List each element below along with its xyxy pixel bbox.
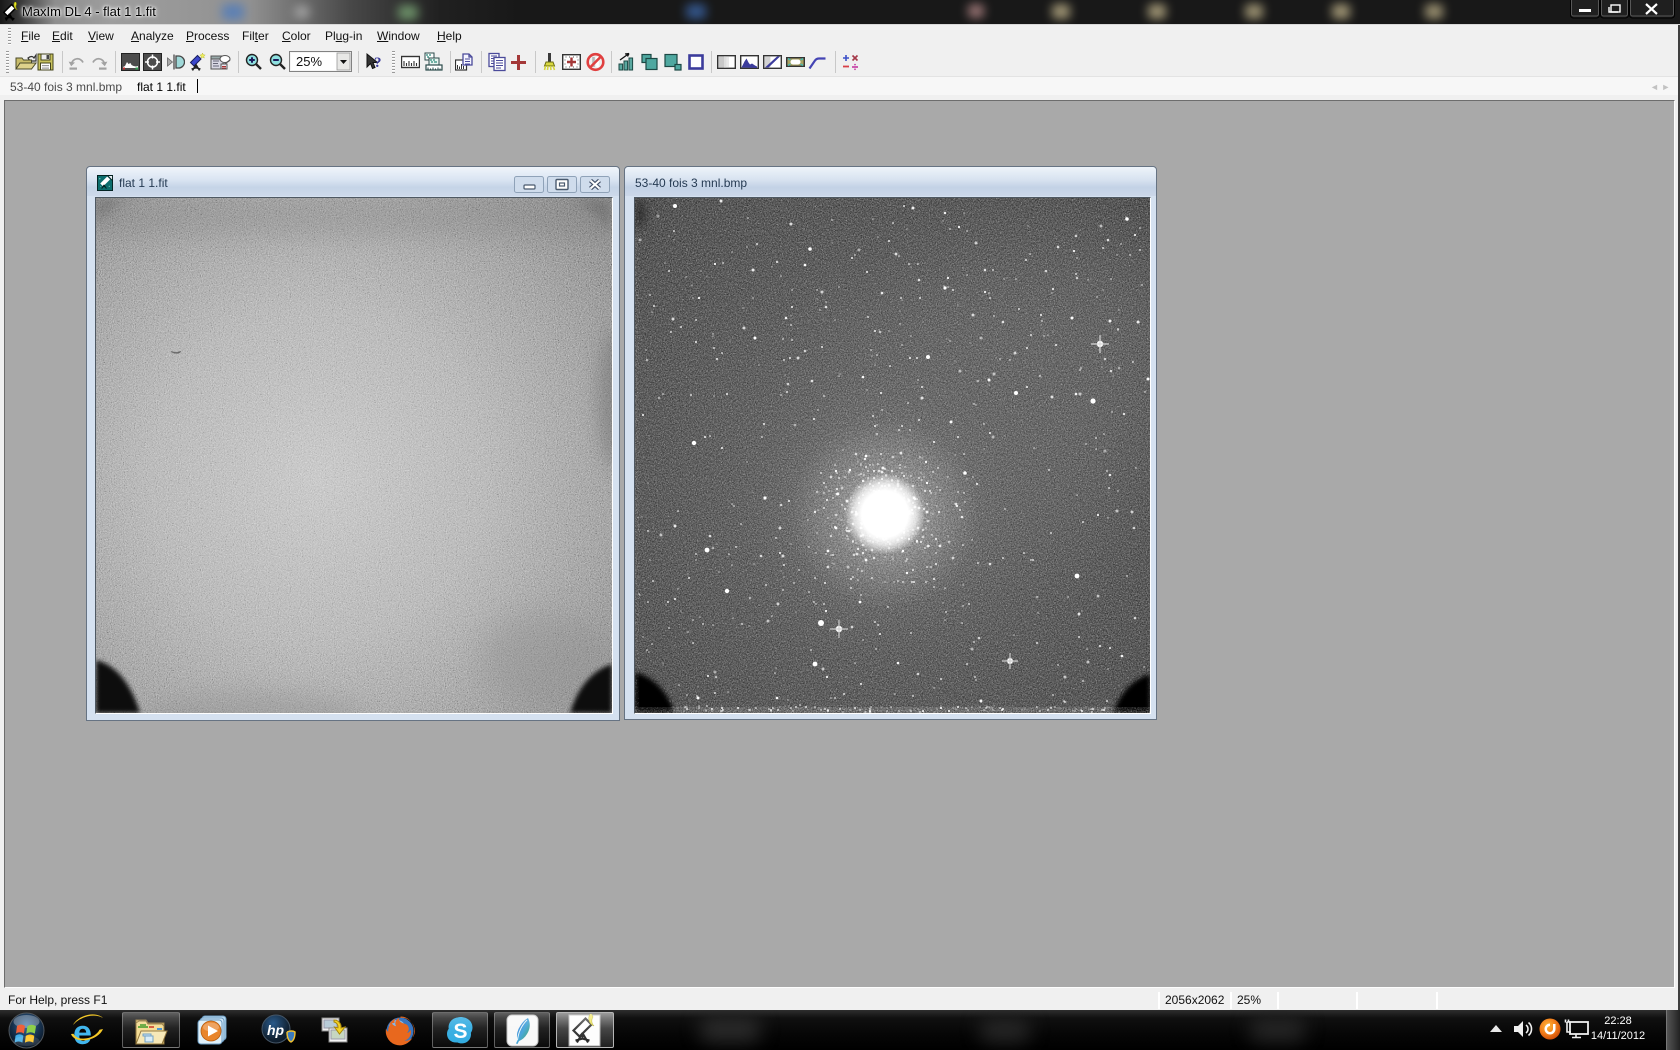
svg-text:e: e — [73, 1014, 92, 1050]
svg-text:?: ? — [374, 55, 382, 71]
svg-text:25%: 25% — [296, 54, 322, 69]
svg-text:hp: hp — [267, 1022, 285, 1038]
